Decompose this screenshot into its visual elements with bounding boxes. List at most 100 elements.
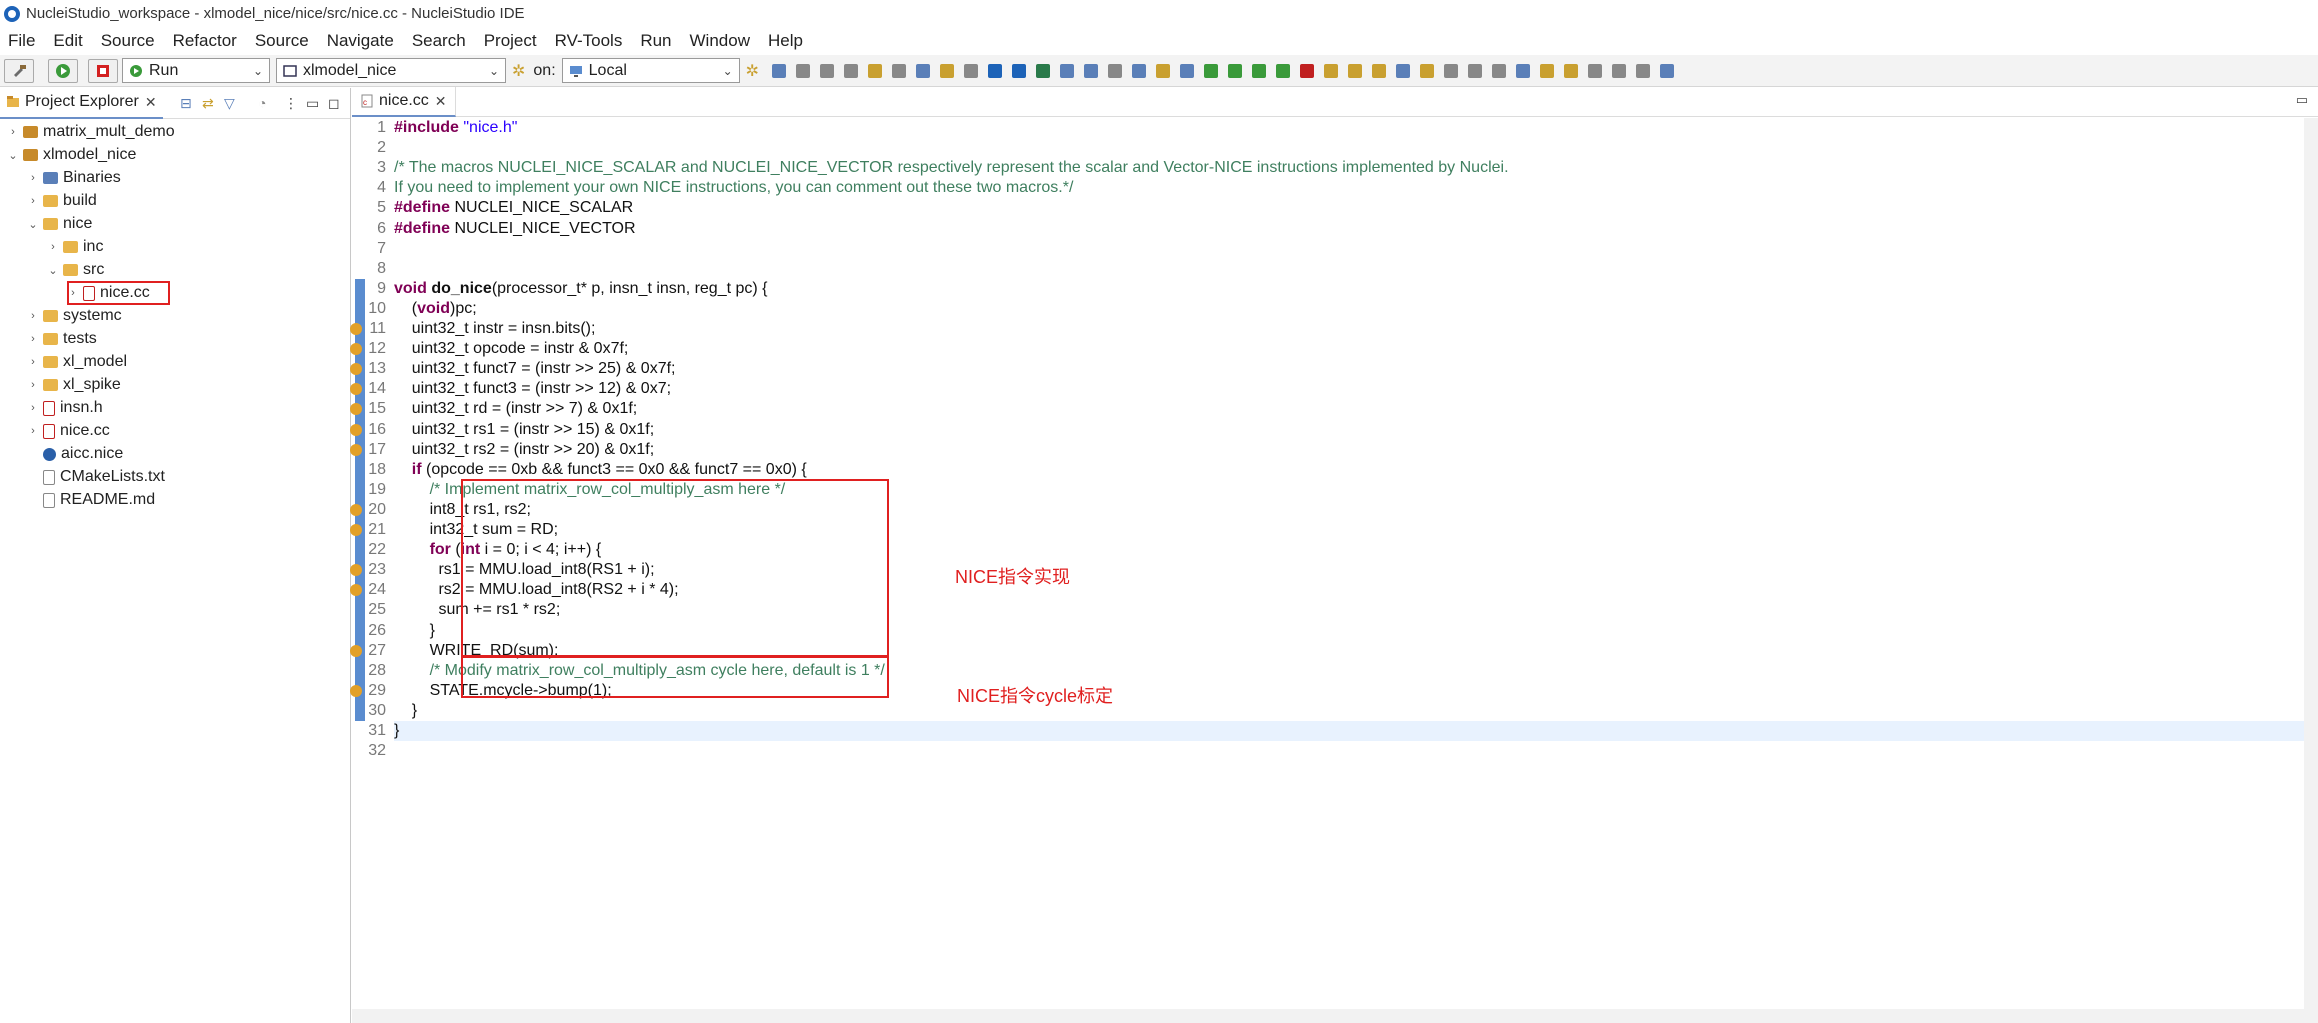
minimize-icon[interactable]: ▭ [2296,92,2308,108]
toolbar-action-icon[interactable] [1564,63,1579,78]
toolbar-action-icon[interactable] [1060,63,1075,78]
toolbar-action-icon[interactable] [1108,63,1123,78]
close-icon[interactable]: ✕ [435,93,447,110]
toolbar-action-icon[interactable] [868,63,883,78]
launch-config-select[interactable]: xlmodel_nice ⌄ [276,58,506,83]
toolbar-action-icon[interactable] [940,63,955,78]
menu-item-project[interactable]: Project [475,31,546,51]
warning-marker-icon[interactable] [350,443,362,456]
chevron-right-icon[interactable]: › [46,241,60,253]
config-gear-icon[interactable]: ✲ [512,61,525,81]
chevron-down-icon[interactable]: ⌄ [6,149,20,162]
collapse-all-icon[interactable]: ⊟ [180,95,192,112]
toolbar-action-icon[interactable] [1084,63,1099,78]
tree-item[interactable]: › tests [26,328,97,350]
tree-item[interactable]: ⌄ xlmodel_nice [6,144,136,166]
toolbar-action-icon[interactable] [1468,63,1483,78]
chevron-right-icon[interactable]: › [26,425,40,437]
maximize-icon[interactable]: ◻ [328,95,340,112]
toolbar-action-icon[interactable] [1492,63,1507,78]
warning-marker-icon[interactable] [350,343,362,356]
menu-item-rv-tools[interactable]: RV-Tools [546,31,632,51]
toolbar-action-icon[interactable] [1636,63,1651,78]
warning-marker-icon[interactable] [350,323,362,335]
chevron-right-icon[interactable]: › [26,379,40,391]
toolbar-action-icon[interactable] [1276,63,1291,78]
toolbar-action-icon[interactable] [1204,63,1219,78]
tab-project-explorer[interactable]: Project Explorer ✕ [0,87,163,119]
menu-item-file[interactable]: File [0,31,44,51]
toolbar-action-icon[interactable] [820,63,835,78]
tree-item[interactable]: CMakeLists.txt [26,466,165,488]
toolbar-action-icon[interactable] [1324,63,1339,78]
launch-button[interactable] [48,58,78,83]
toolbar-action-icon[interactable] [1300,63,1315,78]
focus-icon[interactable]: ◔ [258,95,266,111]
menu-item-run[interactable]: Run [631,31,680,51]
link-editor-icon[interactable]: ⇄ [202,95,214,112]
chevron-right-icon[interactable]: › [6,126,20,138]
tree-item[interactable]: › build [26,190,97,212]
tree-item[interactable]: › systemc [26,305,122,327]
launch-mode-select[interactable]: Run ⌄ [122,58,270,83]
tree-item[interactable]: › xl_spike [26,374,121,396]
minimize-icon[interactable]: ▭ [306,95,319,112]
menu-item-source[interactable]: Source [92,31,164,51]
menu-item-refactor[interactable]: Refactor [164,31,246,51]
chevron-right-icon[interactable]: › [26,356,40,368]
filter-icon[interactable]: ▽ [224,95,235,112]
menu-item-edit[interactable]: Edit [44,31,91,51]
toolbar-action-icon[interactable] [844,63,859,78]
toolbar-action-icon[interactable] [1012,63,1027,78]
toolbar-action-icon[interactable] [1660,63,1675,78]
vertical-scrollbar[interactable] [2304,118,2318,1023]
toolbar-action-icon[interactable] [772,63,787,78]
tree-item[interactable]: › Binaries [26,167,121,189]
tab-nice-cc[interactable]: c nice.cc ✕ [352,87,456,117]
toolbar-action-icon[interactable] [1348,63,1363,78]
chevron-right-icon[interactable]: › [26,333,40,345]
chevron-down-icon[interactable]: ⌄ [26,218,40,231]
menu-item-window[interactable]: Window [681,31,759,51]
toolbar-action-icon[interactable] [1612,63,1627,78]
build-button[interactable] [4,58,34,83]
toolbar-action-icon[interactable] [1516,63,1531,78]
toolbar-action-icon[interactable] [1036,63,1051,78]
chevron-right-icon[interactable]: › [26,195,40,207]
tree-item[interactable]: › matrix_mult_demo [6,121,174,143]
tree-item[interactable]: aicc.nice [26,443,123,465]
tree-item[interactable]: README.md [26,489,155,511]
menu-item-source[interactable]: Source [246,31,318,51]
toolbar-action-icon[interactable] [1228,63,1243,78]
chevron-right-icon[interactable]: › [26,402,40,414]
toolbar-action-icon[interactable] [1396,63,1411,78]
toolbar-action-icon[interactable] [1540,63,1555,78]
warning-marker-icon[interactable] [350,644,362,657]
launch-target-select[interactable]: Local ⌄ [561,58,740,83]
tree-item[interactable]: › insn.h [26,397,103,419]
target-gear-icon[interactable]: ✲ [746,61,759,81]
close-icon[interactable]: ✕ [145,94,157,111]
toolbar-action-icon[interactable] [1588,63,1603,78]
menu-item-navigate[interactable]: Navigate [318,31,403,51]
warning-marker-icon[interactable] [350,684,362,697]
toolbar-action-icon[interactable] [1444,63,1459,78]
menu-item-help[interactable]: Help [759,31,812,51]
toolbar-action-icon[interactable] [1156,63,1171,78]
chevron-down-icon[interactable]: ⌄ [46,264,60,277]
toolbar-action-icon[interactable] [1132,63,1147,78]
toolbar-action-icon[interactable] [1420,63,1435,78]
toolbar-action-icon[interactable] [1180,63,1195,78]
stop-button[interactable] [88,58,118,83]
toolbar-action-icon[interactable] [916,63,931,78]
menu-item-search[interactable]: Search [403,31,475,51]
tree-item[interactable]: › inc [46,236,103,258]
warning-marker-icon[interactable] [350,423,362,436]
toolbar-action-icon[interactable] [964,63,979,78]
toolbar-action-icon[interactable] [796,63,811,78]
tree-item[interactable]: ⌄ nice [26,213,92,235]
warning-marker-icon[interactable] [350,503,362,516]
warning-marker-icon[interactable] [350,524,362,536]
tree-item[interactable]: › nice.cc [26,420,110,442]
horizontal-scrollbar[interactable] [352,1009,2304,1023]
